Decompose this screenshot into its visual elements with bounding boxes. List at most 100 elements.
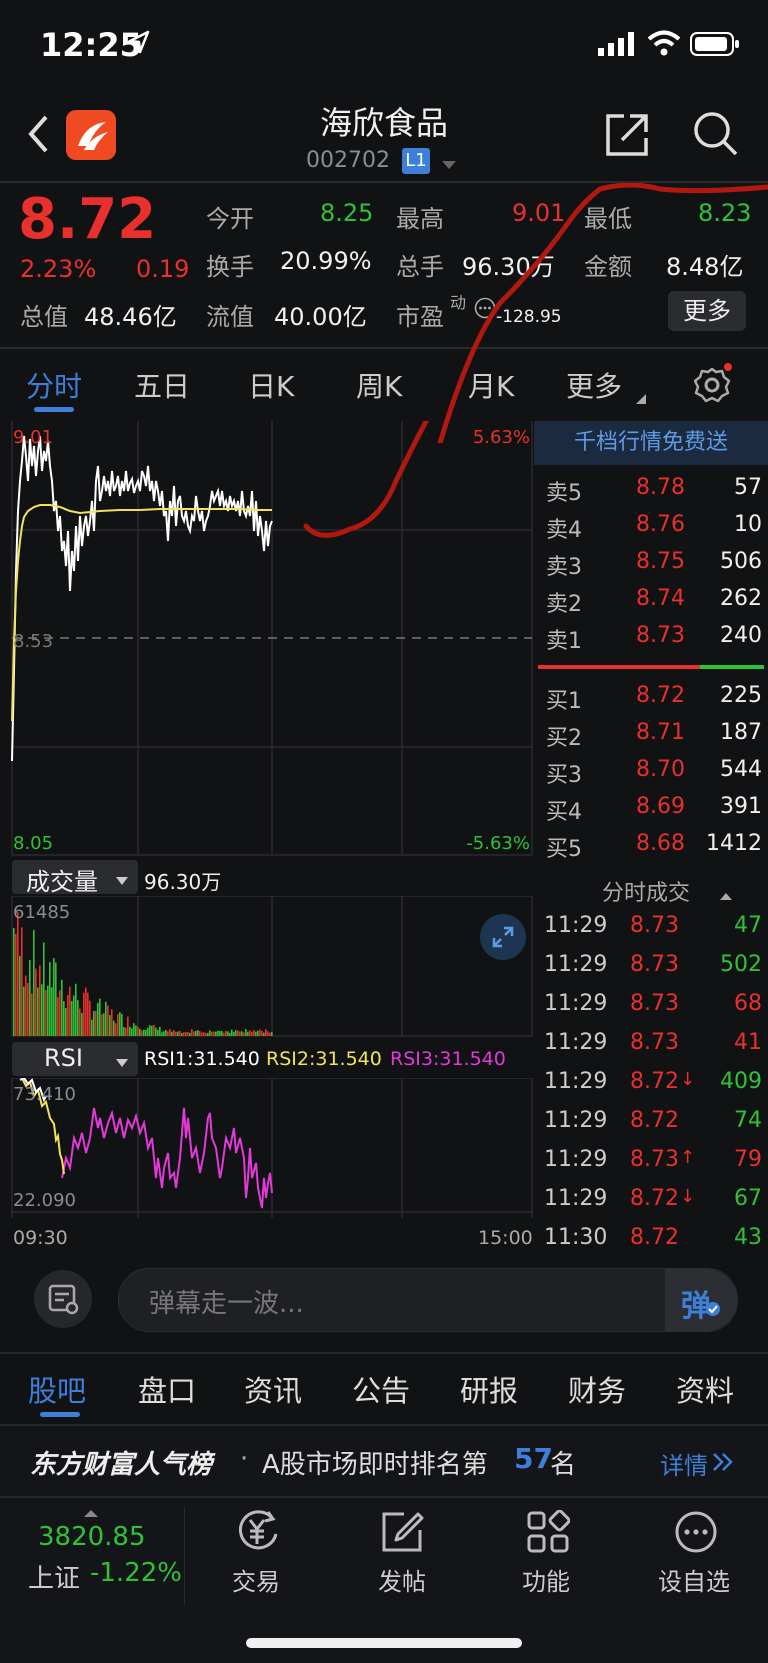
- nav-trade[interactable]: 交易: [212, 1504, 302, 1604]
- turnover-label: 换手: [206, 253, 254, 281]
- volume-bar: [69, 986, 71, 1036]
- danmu-input-placeholder: 弹幕走一波...: [149, 1289, 304, 1319]
- double-chevron-right-icon: [712, 1452, 734, 1476]
- volume-bar: [151, 1025, 153, 1036]
- index-widget[interactable]: 3820.85 上证 -1.22%: [0, 1498, 184, 1608]
- volume-bar: [135, 1025, 137, 1036]
- tab-daily-k[interactable]: 日K: [248, 365, 294, 405]
- rsi-indicator-select[interactable]: RSI: [12, 1042, 138, 1076]
- share-icon[interactable]: [604, 112, 650, 162]
- volume-dropdown-icon: [116, 872, 128, 891]
- ask-label: 卖3: [546, 555, 582, 580]
- volume-bar: [87, 992, 89, 1036]
- volume-bar: [85, 987, 87, 1036]
- ticks-header[interactable]: 分时成交: [534, 869, 768, 909]
- volume-bar: [81, 1012, 83, 1036]
- ask-price: 8.78: [636, 475, 685, 500]
- tick-volume: 67: [734, 1186, 762, 1211]
- tick-row: 11:29 8.73 41: [534, 1026, 768, 1062]
- tick-time: 11:29: [544, 1147, 608, 1172]
- ask-label: 卖2: [546, 592, 582, 617]
- danmu-settings-icon[interactable]: [34, 1270, 92, 1328]
- bid-volume: 187: [720, 720, 762, 745]
- tab-profile[interactable]: 资料: [676, 1368, 734, 1410]
- volume-bar: [121, 1013, 123, 1036]
- expand-chart-icon[interactable]: [480, 914, 526, 960]
- back-icon[interactable]: [26, 114, 52, 158]
- nav-add-watchlist[interactable]: 设自选: [648, 1504, 748, 1604]
- bid-label: 买4: [546, 800, 582, 825]
- ask-price: 8.75: [636, 549, 685, 574]
- tab-forum[interactable]: 股吧: [28, 1368, 86, 1410]
- volume-bar: [143, 1029, 145, 1036]
- tab-intraday[interactable]: 分时: [26, 365, 82, 405]
- search-icon[interactable]: [692, 110, 740, 162]
- tab-five-day[interactable]: 五日: [134, 365, 190, 405]
- tick-time: 11:29: [544, 1069, 608, 1094]
- volume-bar: [149, 1025, 151, 1036]
- bid-price: 8.71: [636, 720, 685, 745]
- nav-functions-label: 功能: [522, 1568, 570, 1596]
- rsi-axis-high: 73.410: [13, 1084, 76, 1105]
- volume-bar: [269, 1032, 271, 1036]
- volume-bar: [175, 1031, 177, 1036]
- volume-bar: [33, 929, 35, 1036]
- volume-bar: [43, 942, 45, 1036]
- tick-volume: 502: [720, 952, 762, 977]
- volume-bar: [185, 1031, 187, 1036]
- trade-yen-icon: [232, 1508, 282, 1558]
- volume-bar: [51, 987, 53, 1036]
- volume-bar: [219, 1031, 221, 1036]
- ranking-details-link[interactable]: 详情: [660, 1446, 708, 1481]
- volume-bar: [95, 1010, 97, 1036]
- home-indicator[interactable]: [246, 1638, 522, 1648]
- volume-bar: [127, 1016, 129, 1036]
- tick-price: 8.73: [630, 1030, 679, 1055]
- volume-bar: [225, 1030, 227, 1036]
- tick-row: 11:29 8.72 ↓ 409: [534, 1065, 768, 1101]
- nav-post[interactable]: 发帖: [356, 1504, 446, 1604]
- volume-bar: [21, 927, 23, 1036]
- nav-add-watchlist-label: 设自选: [658, 1568, 730, 1596]
- volume-bar: [201, 1032, 203, 1036]
- volume-bar: [155, 1027, 157, 1036]
- tick-volume: 74: [734, 1108, 762, 1133]
- tab-announcements[interactable]: 公告: [352, 1368, 410, 1410]
- tab-active-indicator: [34, 407, 74, 412]
- volume-bar: [235, 1030, 237, 1036]
- volume-bar: [193, 1031, 195, 1036]
- ask-volume: 262: [720, 586, 762, 611]
- stock-code: 002702: [306, 148, 390, 173]
- tab-financials[interactable]: 财务: [568, 1368, 626, 1410]
- volume-bar: [101, 1014, 103, 1036]
- total-value: 48.46亿: [84, 303, 177, 331]
- ask-row: 卖5 8.78 57: [534, 471, 768, 507]
- level2-promo-banner[interactable]: 千档行情免费送: [534, 421, 768, 465]
- level-badge[interactable]: L1: [402, 148, 430, 174]
- volume-indicator-select[interactable]: 成交量: [12, 860, 138, 896]
- tab-market-depth[interactable]: 盘口: [138, 1368, 196, 1410]
- ask-volume: 506: [720, 549, 762, 574]
- danmu-send-button[interactable]: 弹: [665, 1269, 737, 1331]
- popularity-ranking-banner[interactable]: 东方财富人气榜 · A股市场即时排名第 57 名 详情: [0, 1426, 768, 1496]
- tick-price: 8.72: [630, 1186, 679, 1211]
- volume-bar: [117, 1014, 119, 1036]
- check-badge-icon: [705, 1301, 721, 1321]
- tab-news[interactable]: 资讯: [244, 1368, 302, 1410]
- volume-bar: [111, 1009, 113, 1036]
- volume-total: 96.30万: [144, 870, 222, 894]
- volume-bar: [167, 1031, 169, 1036]
- volume-bar: [57, 997, 59, 1036]
- intraday-chart[interactable]: 9.01 8.53 8.05 5.63% -5.63%: [0, 421, 534, 861]
- volume-bar: [197, 1030, 199, 1036]
- tab-research[interactable]: 研报: [460, 1368, 518, 1410]
- bid-row: 买5 8.68 1412: [534, 827, 768, 863]
- danmu-input[interactable]: 弹幕走一波... 弹: [118, 1268, 738, 1332]
- volume-bar: [187, 1032, 189, 1036]
- tab-weekly-k[interactable]: 周K: [356, 365, 402, 405]
- nav-functions[interactable]: 功能: [502, 1504, 592, 1604]
- index-value: 3820.85: [38, 1522, 146, 1552]
- volume-bar: [47, 985, 49, 1036]
- volume-bar: [109, 1015, 111, 1036]
- level-dropdown-icon[interactable]: [442, 156, 456, 175]
